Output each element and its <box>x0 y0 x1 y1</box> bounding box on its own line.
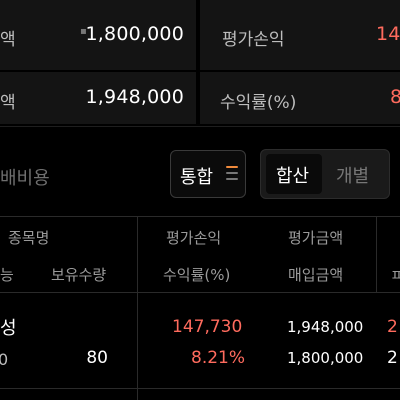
merge-settings-icon <box>226 165 238 181</box>
eval-amount-value: 1,948,000 <box>85 86 184 108</box>
merge-button-label: 통합 <box>180 167 214 188</box>
row-right-fragment-2: 2 <box>387 348 398 368</box>
cost-toggle-label[interactable]: 배비용 <box>0 164 50 190</box>
row-left-fragment: 0 <box>0 350 9 369</box>
controls-divider <box>0 216 400 217</box>
row-purchase-amount: 1,800,000 <box>287 349 364 367</box>
header-left-fragment: 능 <box>0 266 14 284</box>
summary-divider <box>0 126 400 127</box>
purchase-amount-label: 액 <box>0 30 16 50</box>
eval-amount-label: 액 <box>0 93 16 113</box>
holding-quantity: 80 <box>86 348 108 368</box>
purchase-amount-value: 1,800,000 <box>85 23 184 45</box>
header-right-fragment: ㅍ <box>390 266 400 284</box>
header-eval-amount: 평가금액 <box>288 229 344 247</box>
view-toggle-separate[interactable]: 개별 <box>336 162 369 188</box>
row-return-rate: 8.21% <box>191 348 246 368</box>
return-rate-label: 수익률(%) <box>220 93 297 113</box>
view-toggle-combined[interactable]: 합산 <box>276 162 309 188</box>
header-quantity: 보유수량 <box>51 266 107 284</box>
header-purchase-amount: 매입금액 <box>288 266 344 284</box>
return-rate-value: 8 <box>390 86 400 108</box>
header-return-rate: 수익률(%) <box>163 266 231 284</box>
header-profit: 평가손익 <box>166 229 222 247</box>
table-row[interactable] <box>0 293 400 388</box>
profit-loss-value: 14 <box>376 23 400 45</box>
profit-loss-label: 평가손익 <box>222 30 285 50</box>
row-divider <box>0 388 400 389</box>
column-divider-right <box>376 217 377 292</box>
stock-name: 성 <box>0 318 17 339</box>
row-right-fragment-1: 2 <box>387 317 398 337</box>
header-stock-name: 종목명 <box>8 229 50 247</box>
row-profit: 147,730 <box>172 317 243 337</box>
row-eval-amount: 1,948,000 <box>287 318 364 336</box>
